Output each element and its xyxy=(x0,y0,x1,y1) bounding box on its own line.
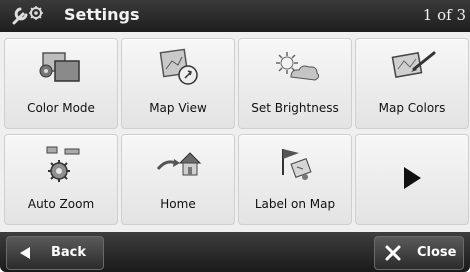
tile-set-brightness[interactable]: Set Brightness xyxy=(238,38,352,129)
settings-screen: Settings 1 of 3 Color Mode Map View Set … xyxy=(0,0,470,272)
map-colors-icon xyxy=(391,51,436,78)
map-view-icon xyxy=(159,48,198,85)
auto-zoom-icon xyxy=(46,146,80,182)
tile-home[interactable]: Home xyxy=(121,134,235,225)
tile-label-on-map[interactable]: Label on Map xyxy=(238,134,352,225)
next-page-arrow-icon xyxy=(404,167,421,189)
tile-label: Map View xyxy=(149,101,207,115)
next-page-button[interactable] xyxy=(355,134,469,225)
home-icon xyxy=(156,152,202,176)
tile-label: Label on Map xyxy=(254,197,336,211)
close-icon xyxy=(385,245,401,261)
settings-grid: Color Mode Map View Set Brightness Map C… xyxy=(0,32,470,232)
back-label: Back xyxy=(51,245,87,260)
title-bar: Settings 1 of 3 xyxy=(0,0,470,32)
color-mode-icon xyxy=(39,52,80,82)
back-button[interactable]: Back xyxy=(6,236,104,270)
tile-label: Home xyxy=(160,197,196,211)
tile-label: Color Mode xyxy=(27,101,95,115)
tile-label: Auto Zoom xyxy=(27,197,95,211)
close-label: Close xyxy=(417,245,457,260)
tile-auto-zoom[interactable]: Auto Zoom xyxy=(4,134,118,225)
tile-map-view[interactable]: Map View xyxy=(121,38,235,129)
tile-label: Set Brightness xyxy=(251,101,339,115)
page-title: Settings xyxy=(64,5,140,24)
tile-label: Map Colors xyxy=(378,101,446,115)
brightness-icon xyxy=(276,52,320,81)
tile-map-colors[interactable]: Map Colors xyxy=(355,38,469,129)
bottom-bar: Back Close xyxy=(0,232,470,272)
tile-color-mode[interactable]: Color Mode xyxy=(4,38,118,129)
back-arrow-icon xyxy=(20,247,30,259)
close-button[interactable]: Close xyxy=(374,236,464,270)
label-on-map-icon xyxy=(282,149,312,180)
page-indicator: 1 of 3 xyxy=(422,6,466,24)
settings-wrench-gear-icon xyxy=(12,6,43,25)
